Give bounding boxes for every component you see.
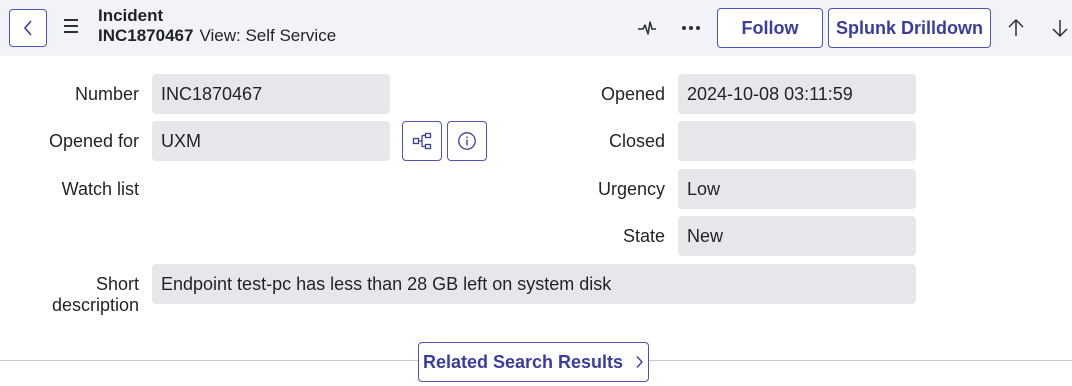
follow-button[interactable]: Follow xyxy=(717,8,823,48)
back-button[interactable] xyxy=(9,9,47,47)
view-name: View: Self Service xyxy=(199,26,337,45)
closed-field[interactable] xyxy=(678,121,916,161)
hamburger-menu-icon[interactable] xyxy=(64,19,78,33)
arrow-up-icon[interactable] xyxy=(1004,16,1028,40)
chevron-left-icon xyxy=(23,20,32,36)
opened-for-field[interactable]: UXM xyxy=(152,121,390,161)
splunk-drilldown-button[interactable]: Splunk Drilldown xyxy=(828,8,991,48)
opened-for-label: Opened for xyxy=(48,131,139,151)
urgency-field[interactable]: Low xyxy=(678,169,916,209)
pulse-icon[interactable] xyxy=(636,17,658,39)
hierarchy-button[interactable] xyxy=(402,121,442,161)
arrow-down-icon[interactable] xyxy=(1048,16,1072,40)
chevron-right-icon xyxy=(636,356,643,368)
short-description-label: Short description xyxy=(51,274,139,315)
state-field[interactable]: New xyxy=(678,216,916,256)
opened-field[interactable]: 2024-10-08 03:11:59 xyxy=(678,74,916,114)
info-icon xyxy=(458,132,476,150)
related-search-results-label: Related Search Results xyxy=(422,351,624,372)
info-button[interactable] xyxy=(447,121,487,161)
short-description-field[interactable]: Endpoint test-pc has less than 28 GB lef… xyxy=(152,264,916,304)
record-title: Incident INC1870467 View: Self Service xyxy=(98,6,336,46)
number-field[interactable]: INC1870467 xyxy=(152,74,390,114)
number-label: Number xyxy=(74,84,139,104)
hierarchy-icon xyxy=(412,132,432,150)
record-number-title: INC1870467 xyxy=(98,26,194,45)
record-type-title: Incident xyxy=(98,6,164,25)
record-header: Incident INC1870467 View: Self Service Fo… xyxy=(0,0,1072,56)
closed-label: Closed xyxy=(608,131,665,151)
opened-label: Opened xyxy=(600,84,665,104)
related-search-results-button[interactable]: Related Search Results xyxy=(418,342,649,382)
watch-list-label: Watch list xyxy=(61,179,139,199)
more-horizontal-icon[interactable] xyxy=(680,17,702,39)
urgency-label: Urgency xyxy=(597,179,665,199)
state-label: State xyxy=(622,226,665,246)
